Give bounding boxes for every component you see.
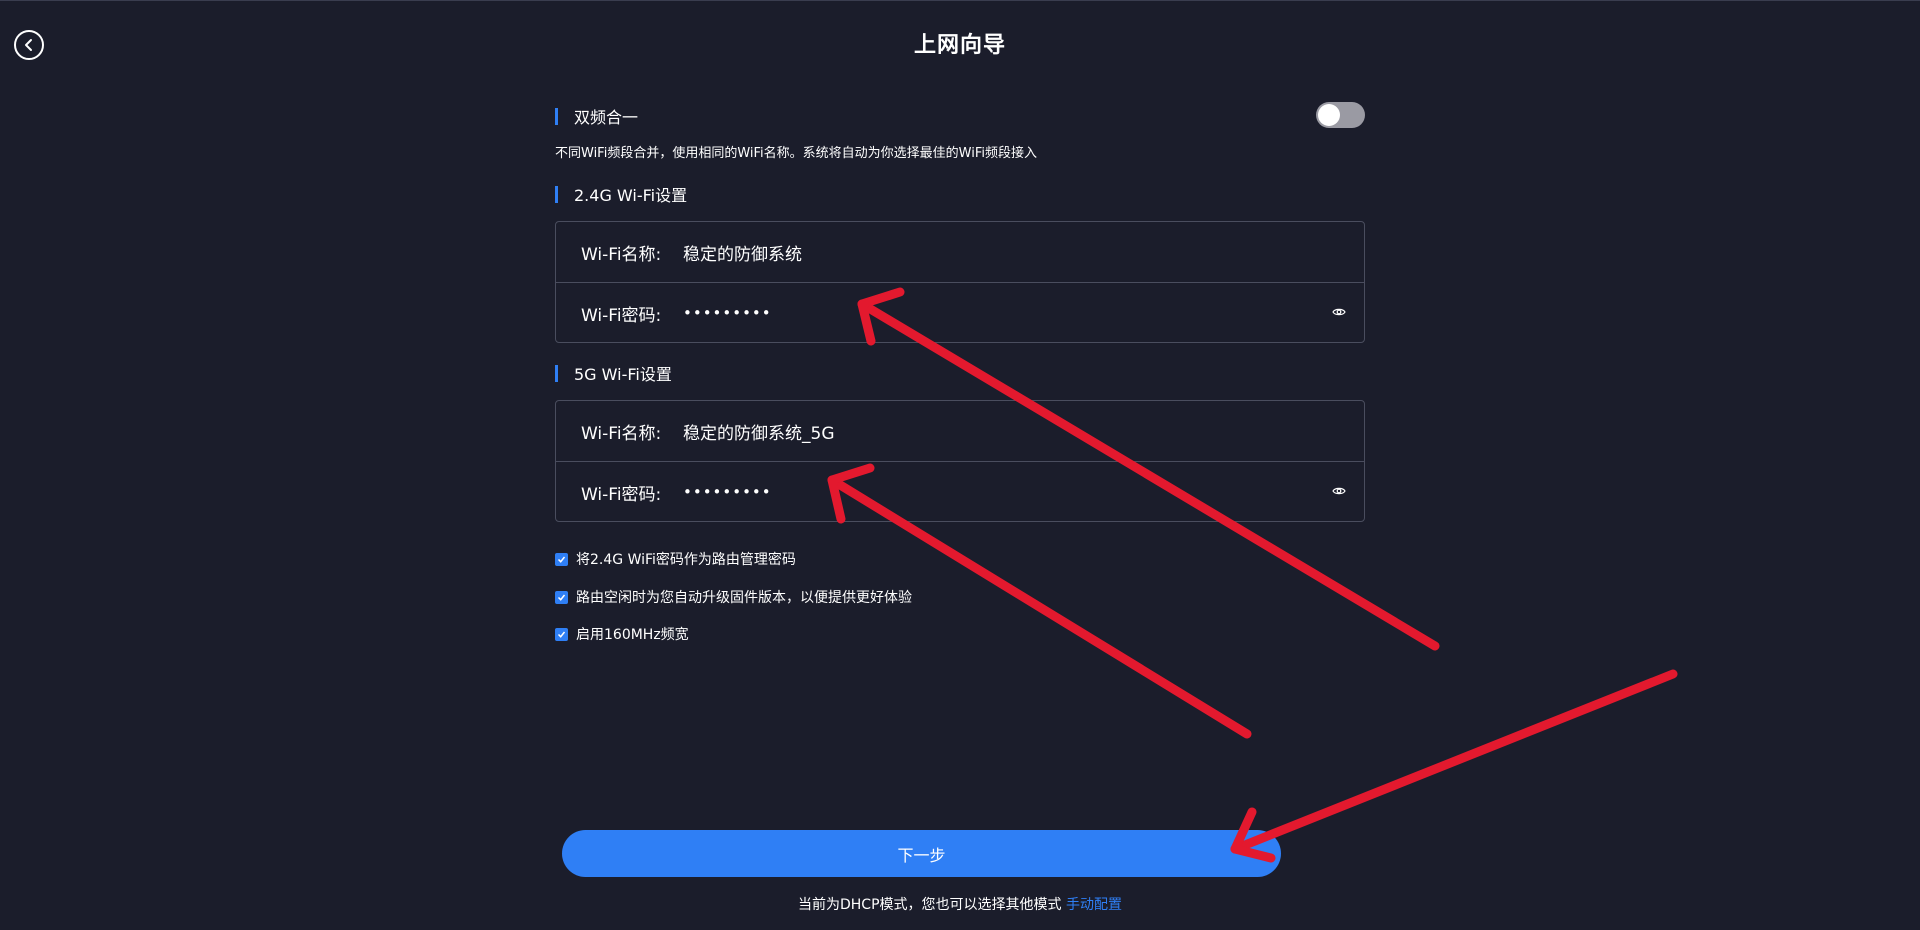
checkbox-auto-upgrade[interactable] — [555, 590, 568, 604]
wifi-5g-box: Wi-Fi名称: 稳定的防御系统_5G Wi-Fi密码: ••••••••• — [555, 400, 1365, 522]
dual-band-label: 双频合一 — [574, 108, 639, 127]
option-auto-upgrade[interactable]: 路由空闲时为您自动升级固件版本，以便提供更好体验 — [555, 587, 912, 607]
section-marker — [555, 364, 558, 382]
section-marker — [555, 107, 558, 125]
page-title: 上网向导 — [913, 33, 1006, 58]
wifi-24g-heading: 2.4G Wi-Fi设置 — [555, 182, 687, 206]
wifi-24g-box: Wi-Fi名称: 稳定的防御系统 Wi-Fi密码: ••••••••• — [555, 221, 1365, 343]
setup-wizard-page: 上网向导 双频合一 不同WiFi频段合并，使用相同的WiFi名称。系统将自动为你… — [0, 0, 1920, 930]
wifi-5g-section-title: 5G Wi-Fi设置 — [574, 365, 672, 384]
wifi-24g-section-title: 2.4G Wi-Fi设置 — [574, 186, 688, 205]
footer-note: 当前为DHCP模式，您也可以选择其他模式 手动配置 — [0, 894, 1920, 914]
wifi-name-label: Wi-Fi名称: — [581, 244, 662, 265]
wifi-24g-name-input[interactable]: 稳定的防御系统 — [683, 240, 802, 265]
wifi-password-label: Wi-Fi密码: — [581, 484, 662, 505]
wifi-24g-name-row[interactable]: Wi-Fi名称: 稳定的防御系统 — [556, 222, 1364, 282]
option-label: 启用160MHz频宽 — [576, 627, 689, 643]
next-button[interactable]: 下一步 — [562, 830, 1281, 877]
option-label: 路由空闲时为您自动升级固件版本，以便提供更好体验 — [576, 590, 912, 606]
wifi-password-label: Wi-Fi密码: — [581, 305, 662, 326]
wifi-5g-password-input[interactable]: ••••••••• — [683, 483, 772, 501]
wifi-5g-password-row[interactable]: Wi-Fi密码: ••••••••• — [556, 461, 1364, 522]
check-icon — [557, 594, 566, 601]
eye-icon[interactable] — [1332, 306, 1346, 318]
wifi-5g-name-row[interactable]: Wi-Fi名称: 稳定的防御系统_5G — [556, 401, 1364, 461]
checkbox-160mhz[interactable] — [555, 627, 568, 641]
checkbox-admin-password[interactable] — [555, 552, 568, 566]
wifi-24g-password-input[interactable]: ••••••••• — [683, 304, 772, 322]
option-label: 将2.4G WiFi密码作为路由管理密码 — [576, 552, 796, 568]
wifi-24g-password-row[interactable]: Wi-Fi密码: ••••••••• — [556, 282, 1364, 343]
check-icon — [557, 556, 566, 563]
dual-band-heading: 双频合一 — [555, 104, 638, 128]
option-admin-password[interactable]: 将2.4G WiFi密码作为路由管理密码 — [555, 549, 796, 569]
section-marker — [555, 185, 558, 203]
wifi-name-label: Wi-Fi名称: — [581, 423, 662, 444]
dual-band-description: 不同WiFi频段合并，使用相同的WiFi名称。系统将自动为你选择最佳的WiFi频… — [555, 146, 1037, 161]
wifi-5g-name-input[interactable]: 稳定的防御系统_5G — [683, 419, 835, 444]
check-icon — [557, 631, 566, 638]
wifi-5g-heading: 5G Wi-Fi设置 — [555, 361, 672, 385]
annotation-arrow — [1230, 669, 1678, 863]
manual-config-link[interactable]: 手动配置 — [1066, 897, 1122, 913]
footer-note-text: 当前为DHCP模式，您也可以选择其他模式 — [798, 897, 1062, 913]
option-160mhz[interactable]: 启用160MHz频宽 — [555, 624, 689, 644]
dual-band-toggle[interactable] — [1316, 102, 1365, 128]
toggle-knob — [1318, 104, 1340, 126]
eye-icon[interactable] — [1332, 485, 1346, 497]
